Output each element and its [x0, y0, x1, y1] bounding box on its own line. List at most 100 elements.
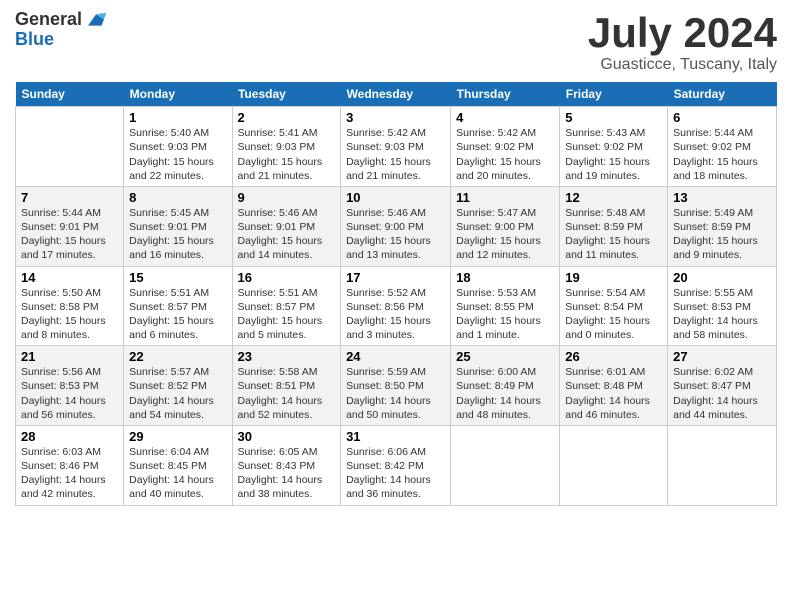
logo-blue: Blue — [15, 30, 108, 50]
day-number: 15 — [129, 270, 226, 285]
calendar-week-1: 1Sunrise: 5:40 AMSunset: 9:03 PMDaylight… — [16, 107, 777, 187]
calendar-cell — [560, 425, 668, 505]
day-info: Sunrise: 5:46 AMSunset: 9:01 PMDaylight:… — [238, 206, 336, 263]
calendar-cell: 18Sunrise: 5:53 AMSunset: 8:55 PMDayligh… — [451, 266, 560, 346]
day-info: Sunrise: 5:49 AMSunset: 8:59 PMDaylight:… — [673, 206, 771, 263]
calendar-cell: 17Sunrise: 5:52 AMSunset: 8:56 PMDayligh… — [341, 266, 451, 346]
day-info: Sunrise: 6:06 AMSunset: 8:42 PMDaylight:… — [346, 445, 445, 502]
day-number: 7 — [21, 190, 118, 205]
title-block: July 2024 Guasticce, Tuscany, Italy — [588, 10, 777, 74]
calendar-table: Sunday Monday Tuesday Wednesday Thursday… — [15, 82, 777, 505]
logo: General Blue — [15, 10, 108, 50]
calendar-week-4: 21Sunrise: 5:56 AMSunset: 8:53 PMDayligh… — [16, 346, 777, 426]
calendar-cell: 13Sunrise: 5:49 AMSunset: 8:59 PMDayligh… — [668, 186, 777, 266]
calendar-cell: 1Sunrise: 5:40 AMSunset: 9:03 PMDaylight… — [124, 107, 232, 187]
calendar-cell: 24Sunrise: 5:59 AMSunset: 8:50 PMDayligh… — [341, 346, 451, 426]
day-info: Sunrise: 6:05 AMSunset: 8:43 PMDaylight:… — [238, 445, 336, 502]
day-number: 19 — [565, 270, 662, 285]
logo-general: General — [15, 10, 82, 30]
col-friday: Friday — [560, 82, 668, 107]
calendar-cell: 12Sunrise: 5:48 AMSunset: 8:59 PMDayligh… — [560, 186, 668, 266]
day-info: Sunrise: 5:43 AMSunset: 9:02 PMDaylight:… — [565, 126, 662, 183]
day-number: 26 — [565, 349, 662, 364]
calendar-cell: 26Sunrise: 6:01 AMSunset: 8:48 PMDayligh… — [560, 346, 668, 426]
calendar-cell: 29Sunrise: 6:04 AMSunset: 8:45 PMDayligh… — [124, 425, 232, 505]
day-number: 13 — [673, 190, 771, 205]
calendar-cell: 15Sunrise: 5:51 AMSunset: 8:57 PMDayligh… — [124, 266, 232, 346]
day-number: 21 — [21, 349, 118, 364]
day-info: Sunrise: 6:00 AMSunset: 8:49 PMDaylight:… — [456, 365, 554, 422]
day-info: Sunrise: 5:44 AMSunset: 9:01 PMDaylight:… — [21, 206, 118, 263]
calendar-cell: 14Sunrise: 5:50 AMSunset: 8:58 PMDayligh… — [16, 266, 124, 346]
day-info: Sunrise: 5:40 AMSunset: 9:03 PMDaylight:… — [129, 126, 226, 183]
calendar-cell: 21Sunrise: 5:56 AMSunset: 8:53 PMDayligh… — [16, 346, 124, 426]
day-info: Sunrise: 5:50 AMSunset: 8:58 PMDaylight:… — [21, 286, 118, 343]
header-row: General Blue July 2024 Guasticce, Tuscan… — [15, 10, 777, 74]
calendar-cell: 31Sunrise: 6:06 AMSunset: 8:42 PMDayligh… — [341, 425, 451, 505]
day-number: 18 — [456, 270, 554, 285]
calendar-week-5: 28Sunrise: 6:03 AMSunset: 8:46 PMDayligh… — [16, 425, 777, 505]
calendar-cell: 16Sunrise: 5:51 AMSunset: 8:57 PMDayligh… — [232, 266, 341, 346]
calendar-cell: 3Sunrise: 5:42 AMSunset: 9:03 PMDaylight… — [341, 107, 451, 187]
calendar-cell — [16, 107, 124, 187]
day-info: Sunrise: 6:03 AMSunset: 8:46 PMDaylight:… — [21, 445, 118, 502]
month-title: July 2024 — [588, 10, 777, 56]
day-number: 14 — [21, 270, 118, 285]
day-number: 17 — [346, 270, 445, 285]
calendar-cell: 20Sunrise: 5:55 AMSunset: 8:53 PMDayligh… — [668, 266, 777, 346]
header-row-days: Sunday Monday Tuesday Wednesday Thursday… — [16, 82, 777, 107]
day-info: Sunrise: 5:57 AMSunset: 8:52 PMDaylight:… — [129, 365, 226, 422]
col-tuesday: Tuesday — [232, 82, 341, 107]
day-number: 3 — [346, 110, 445, 125]
day-info: Sunrise: 5:48 AMSunset: 8:59 PMDaylight:… — [565, 206, 662, 263]
day-info: Sunrise: 6:02 AMSunset: 8:47 PMDaylight:… — [673, 365, 771, 422]
day-info: Sunrise: 5:51 AMSunset: 8:57 PMDaylight:… — [129, 286, 226, 343]
day-number: 27 — [673, 349, 771, 364]
day-info: Sunrise: 5:42 AMSunset: 9:03 PMDaylight:… — [346, 126, 445, 183]
calendar-cell: 2Sunrise: 5:41 AMSunset: 9:03 PMDaylight… — [232, 107, 341, 187]
day-number: 1 — [129, 110, 226, 125]
day-number: 30 — [238, 429, 336, 444]
day-info: Sunrise: 5:56 AMSunset: 8:53 PMDaylight:… — [21, 365, 118, 422]
day-number: 25 — [456, 349, 554, 364]
day-number: 16 — [238, 270, 336, 285]
calendar-cell: 4Sunrise: 5:42 AMSunset: 9:02 PMDaylight… — [451, 107, 560, 187]
col-sunday: Sunday — [16, 82, 124, 107]
calendar-cell: 23Sunrise: 5:58 AMSunset: 8:51 PMDayligh… — [232, 346, 341, 426]
day-info: Sunrise: 5:51 AMSunset: 8:57 PMDaylight:… — [238, 286, 336, 343]
main-container: General Blue July 2024 Guasticce, Tuscan… — [0, 0, 792, 511]
calendar-cell: 10Sunrise: 5:46 AMSunset: 9:00 PMDayligh… — [341, 186, 451, 266]
calendar-cell: 19Sunrise: 5:54 AMSunset: 8:54 PMDayligh… — [560, 266, 668, 346]
day-info: Sunrise: 5:45 AMSunset: 9:01 PMDaylight:… — [129, 206, 226, 263]
calendar-cell: 25Sunrise: 6:00 AMSunset: 8:49 PMDayligh… — [451, 346, 560, 426]
day-info: Sunrise: 5:42 AMSunset: 9:02 PMDaylight:… — [456, 126, 554, 183]
day-number: 10 — [346, 190, 445, 205]
col-thursday: Thursday — [451, 82, 560, 107]
day-info: Sunrise: 6:04 AMSunset: 8:45 PMDaylight:… — [129, 445, 226, 502]
calendar-cell: 28Sunrise: 6:03 AMSunset: 8:46 PMDayligh… — [16, 425, 124, 505]
calendar-week-3: 14Sunrise: 5:50 AMSunset: 8:58 PMDayligh… — [16, 266, 777, 346]
calendar-cell: 27Sunrise: 6:02 AMSunset: 8:47 PMDayligh… — [668, 346, 777, 426]
day-info: Sunrise: 5:58 AMSunset: 8:51 PMDaylight:… — [238, 365, 336, 422]
day-number: 11 — [456, 190, 554, 205]
day-number: 29 — [129, 429, 226, 444]
day-info: Sunrise: 5:46 AMSunset: 9:00 PMDaylight:… — [346, 206, 445, 263]
calendar-cell: 11Sunrise: 5:47 AMSunset: 9:00 PMDayligh… — [451, 186, 560, 266]
day-number: 28 — [21, 429, 118, 444]
day-number: 24 — [346, 349, 445, 364]
day-number: 8 — [129, 190, 226, 205]
day-info: Sunrise: 5:59 AMSunset: 8:50 PMDaylight:… — [346, 365, 445, 422]
day-number: 9 — [238, 190, 336, 205]
day-info: Sunrise: 5:54 AMSunset: 8:54 PMDaylight:… — [565, 286, 662, 343]
day-info: Sunrise: 5:52 AMSunset: 8:56 PMDaylight:… — [346, 286, 445, 343]
calendar-cell — [668, 425, 777, 505]
day-info: Sunrise: 6:01 AMSunset: 8:48 PMDaylight:… — [565, 365, 662, 422]
day-number: 2 — [238, 110, 336, 125]
day-number: 23 — [238, 349, 336, 364]
location-title: Guasticce, Tuscany, Italy — [588, 56, 777, 74]
calendar-cell: 8Sunrise: 5:45 AMSunset: 9:01 PMDaylight… — [124, 186, 232, 266]
calendar-cell: 30Sunrise: 6:05 AMSunset: 8:43 PMDayligh… — [232, 425, 341, 505]
calendar-cell: 7Sunrise: 5:44 AMSunset: 9:01 PMDaylight… — [16, 186, 124, 266]
col-saturday: Saturday — [668, 82, 777, 107]
day-number: 31 — [346, 429, 445, 444]
